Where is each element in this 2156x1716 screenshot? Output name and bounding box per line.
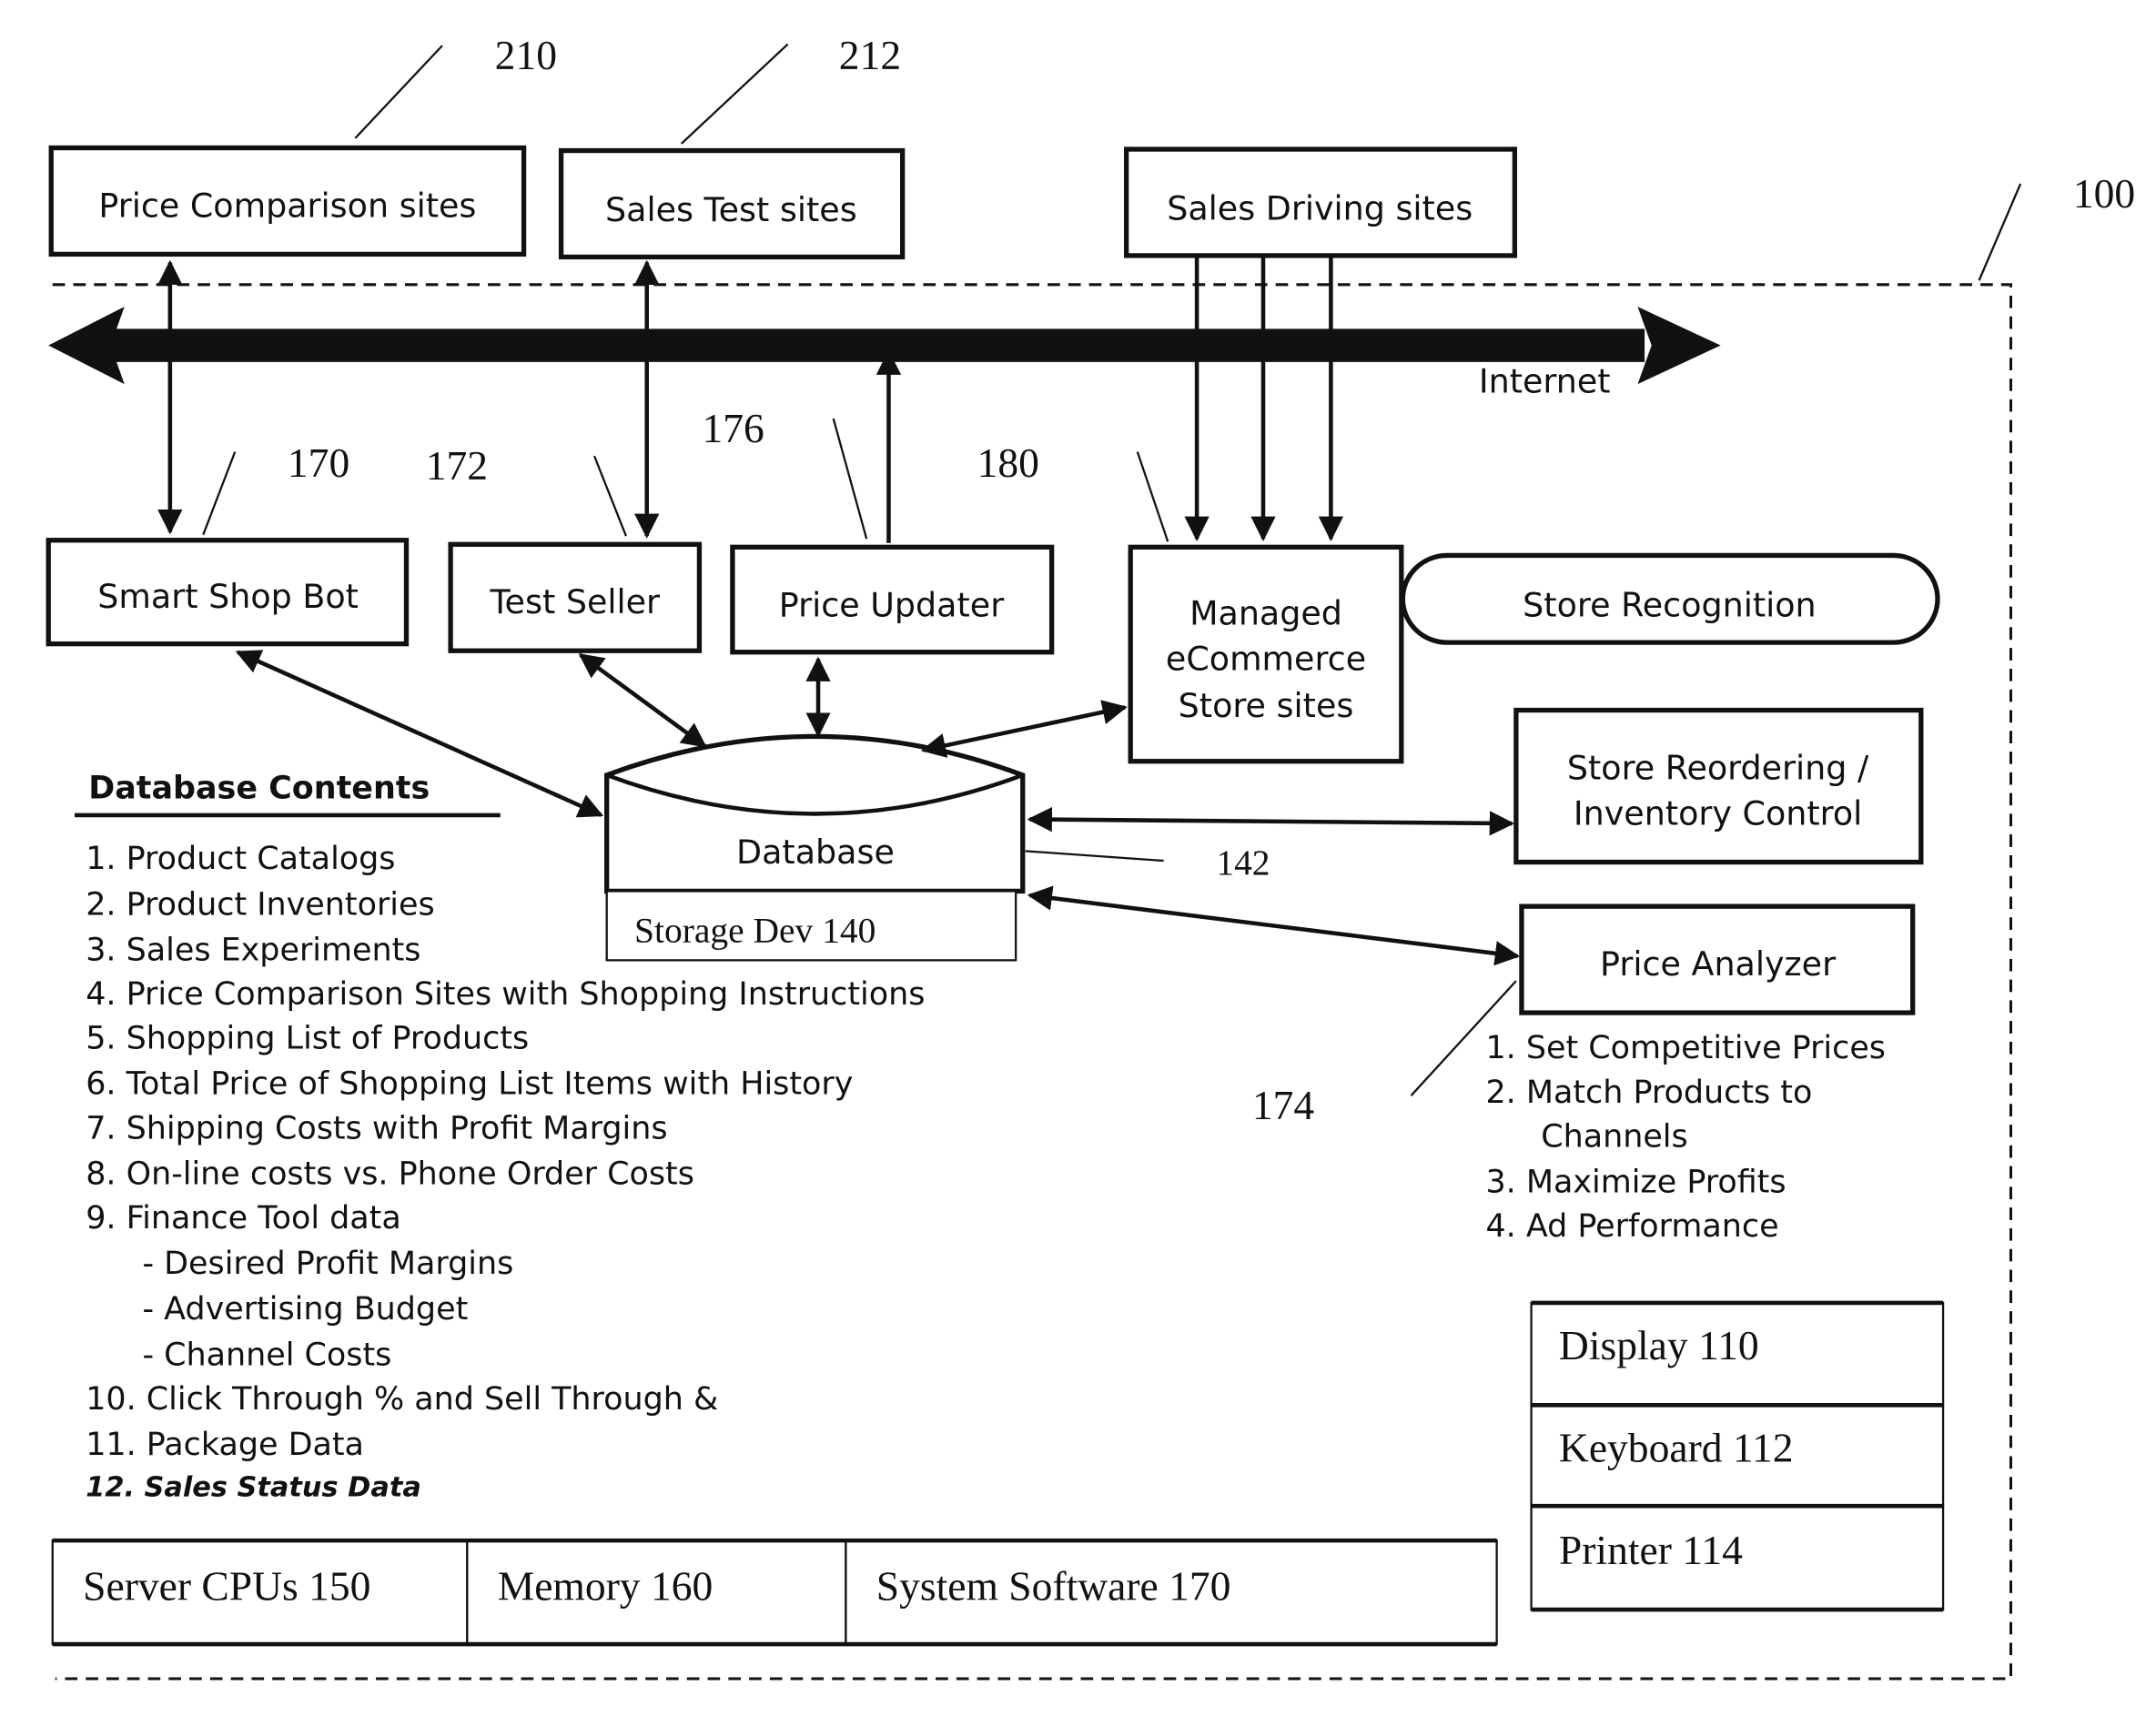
list-item: 9. Finance Tool data [86,1200,401,1237]
price-analyzer-box[interactable]: Price Analyzer [1519,903,1916,1015]
managed-store-label-3: Store sites [1179,686,1354,725]
smart-shop-bot-box[interactable]: Smart Shop Bot [46,538,410,647]
store-reordering-label-1: Store Reordering / [1567,748,1869,787]
managed-store-box[interactable]: Managed eCommerce Store sites [1128,544,1404,764]
list-item: 6. Total Price of Shopping List Items wi… [86,1066,853,1103]
list-item: 1. Product Catalogs [86,841,395,877]
ref-100: 100 [2073,170,2135,217]
list-item: 2. Product Inventories [86,886,434,923]
price-analyzer-label: Price Analyzer [1600,944,1836,984]
price-updater-box[interactable]: Price Updater [730,544,1055,655]
store-recognition-oval[interactable]: Store Recognition [1400,552,1940,645]
smart-shop-bot-label: Smart Shop Bot [97,577,359,616]
sales-test-sites-box[interactable]: Sales Test sites [558,147,906,260]
managed-store-label-1: Managed [1189,593,1342,632]
list-subitem: - Channel Costs [142,1337,391,1373]
ref-174: 174 [1252,1082,1315,1128]
function-item: 2. Match Products to [1485,1075,1812,1111]
server-cpus-label: Server CPUs 150 [83,1562,370,1609]
test-seller-label: Test Seller [489,582,660,621]
function-item-continued: Channels [1541,1118,1687,1155]
list-item: 7. Shipping Costs with Profit Margins [86,1110,667,1146]
function-item: 1. Set Competitive Prices [1485,1030,1886,1066]
leader-212 [680,43,789,145]
list-item: 3. Sales Experiments [86,932,420,968]
hardware-row: Server CPUs 150 Memory 160 System Softwa… [51,1538,1498,1647]
arrow-database-price-analyzer [1027,885,1521,966]
memory-label: Memory 160 [498,1562,714,1609]
leader-142 [1025,850,1164,863]
internet-label: Internet [1479,361,1611,400]
list-item: 5. Shopping List of Products [86,1021,529,1057]
list-item: 11. Package Data [86,1427,364,1463]
ref-210: 210 [495,32,557,78]
leader-176 [832,418,868,540]
list-item-handwritten: 12. Sales Status Data [86,1472,421,1504]
list-item: 4. Price Comparison Sites with Shopping … [86,976,925,1013]
list-item: 10. Click Through % and Sell Through & [86,1381,718,1418]
system-software-label: System Software 170 [876,1562,1231,1609]
test-seller-box[interactable]: Test Seller [448,541,703,653]
arrow-database-managed-store [920,700,1128,758]
sales-driving-sites-label: Sales Driving sites [1167,188,1473,227]
function-item: 4. Ad Performance [1485,1208,1778,1245]
keyboard-label: Keyboard 112 [1559,1425,1794,1471]
leader-172 [592,455,628,537]
database-contents-title: Database Contents [88,771,430,807]
list-subitem: - Desired Profit Margins [142,1246,513,1282]
printer-label: Printer 114 [1559,1527,1743,1573]
function-item: 3. Maximize Profits [1485,1164,1786,1200]
arrow-database-store-reordering [1027,807,1515,836]
leader-180 [1136,451,1169,542]
system-diagram: 100 Price Comparison sites 210 Sales Tes… [46,32,2135,1681]
price-comparison-sites-box[interactable]: Price Comparison sites [48,145,527,257]
ref-212: 212 [839,32,901,78]
ref-172: 172 [426,442,488,489]
store-reordering-label-2: Inventory Control [1574,794,1862,833]
database-cylinder[interactable]: Database [604,733,1026,894]
list-subitem: - Advertising Budget [142,1291,468,1327]
ref-170: 170 [288,439,349,486]
ref-142: 142 [1216,843,1270,883]
leader-170 [202,451,237,536]
display-label: Display 110 [1559,1322,1759,1368]
price-comparison-sites-label: Price Comparison sites [98,186,476,225]
ref-180: 180 [977,439,1039,486]
store-recognition-label: Store Recognition [1523,585,1816,624]
price-analyzer-functions: 1. Set Competitive Prices 2. Match Produ… [1485,1030,1886,1245]
leader-100 [1978,183,2022,281]
sales-test-sites-label: Sales Test sites [605,190,857,229]
storage-device-box: Storage Dev 140 [605,890,1017,962]
internet-bus [48,307,1721,385]
storage-device-label: Storage Dev 140 [634,911,876,951]
arrow-test-seller-database [578,652,707,748]
ref-176: 176 [702,405,764,451]
database-label: Database [736,833,895,872]
managed-store-label-2: eCommerce [1166,639,1366,678]
price-updater-label: Price Updater [779,585,1004,624]
list-item: 8. On-line costs vs. Phone Order Costs [86,1156,694,1192]
leader-210 [354,45,443,139]
io-device-stack: Display 110 Keyboard 112 Printer 114 [1530,1300,1945,1612]
sales-driving-sites-box[interactable]: Sales Driving sites [1123,146,1518,258]
store-reordering-box[interactable]: Store Reordering / Inventory Control [1513,707,1924,865]
